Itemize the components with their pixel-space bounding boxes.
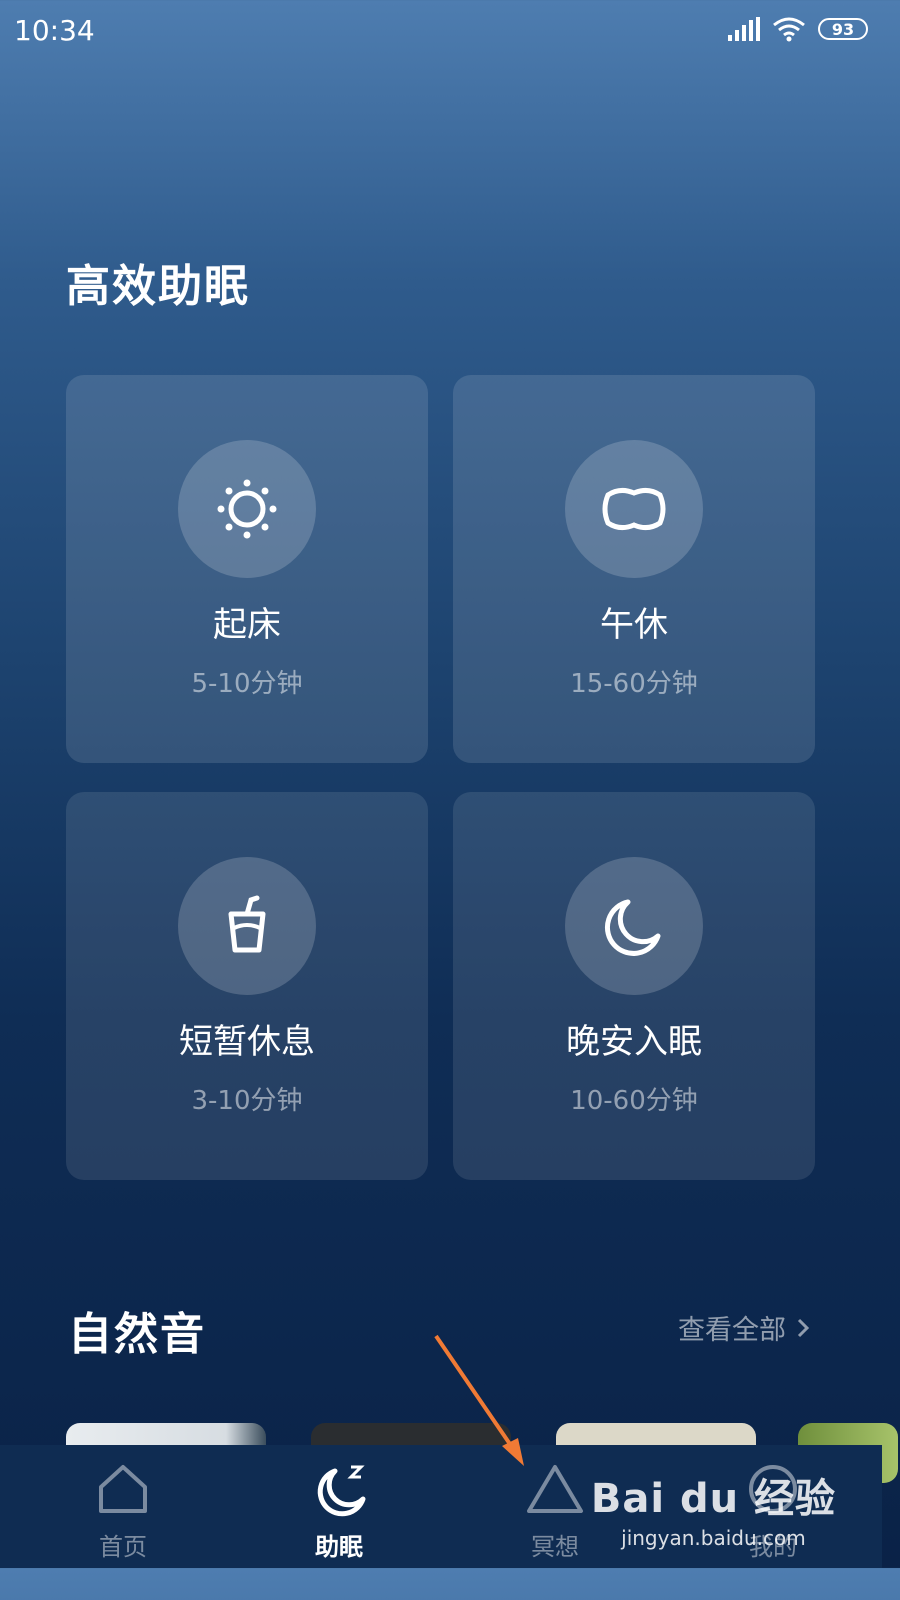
card-short-break[interactable]: 短暂休息 3-10分钟 <box>66 792 428 1180</box>
battery-indicator: 93 <box>818 18 868 40</box>
status-bar: 10:34 93 <box>0 0 882 64</box>
nature-section-title: 自然音 <box>68 1309 206 1360</box>
view-all-label: 查看全部 <box>678 1315 786 1346</box>
tab-label: 首页 <box>99 1533 147 1561</box>
card-label: 午休 <box>600 605 668 645</box>
watermark-logo: Bai du 经验 <box>590 1476 836 1522</box>
card-duration: 5-10分钟 <box>191 669 303 699</box>
sun-icon <box>217 479 277 539</box>
status-time: 10:34 <box>14 14 95 47</box>
card-icon-circle <box>178 857 316 995</box>
status-icons: 93 <box>728 16 868 42</box>
moon-sleep-icon <box>317 1465 366 1517</box>
card-label: 短暂休息 <box>179 1022 315 1062</box>
card-icon-circle <box>565 857 703 995</box>
cup-icon <box>228 895 266 953</box>
tab-home[interactable]: 首页 <box>48 1445 198 1568</box>
battery-level: 93 <box>831 19 855 39</box>
wifi-icon <box>773 17 805 42</box>
pillow-icon <box>602 487 666 531</box>
baidu-watermark: Bai du 经验 jingyan.baidu.com <box>591 1466 836 1550</box>
card-wake-up[interactable]: 起床 5-10分钟 <box>66 375 428 763</box>
card-label: 晚安入眠 <box>566 1022 702 1062</box>
card-icon-circle <box>178 440 316 578</box>
moon-icon <box>605 899 661 956</box>
home-icon <box>99 1465 147 1513</box>
card-good-night[interactable]: 晚安入眠 10-60分钟 <box>453 792 815 1180</box>
tab-label: 助眠 <box>315 1533 363 1561</box>
sleep-section-title: 高效助眠 <box>66 261 250 312</box>
card-duration: 3-10分钟 <box>191 1086 303 1116</box>
tab-sleep[interactable]: 助眠 <box>264 1445 414 1568</box>
card-duration: 10-60分钟 <box>570 1086 698 1116</box>
triangle-icon <box>527 1465 583 1513</box>
card-nap[interactable]: 午休 15-60分钟 <box>453 375 815 763</box>
card-duration: 15-60分钟 <box>570 669 698 699</box>
card-icon-circle <box>565 440 703 578</box>
chevron-right-icon <box>797 1318 810 1337</box>
view-all-link[interactable]: 查看全部 <box>678 1308 810 1347</box>
signal-icon <box>728 17 760 41</box>
watermark-url: jingyan.baidu.com <box>621 1526 806 1550</box>
card-label: 起床 <box>213 605 281 645</box>
